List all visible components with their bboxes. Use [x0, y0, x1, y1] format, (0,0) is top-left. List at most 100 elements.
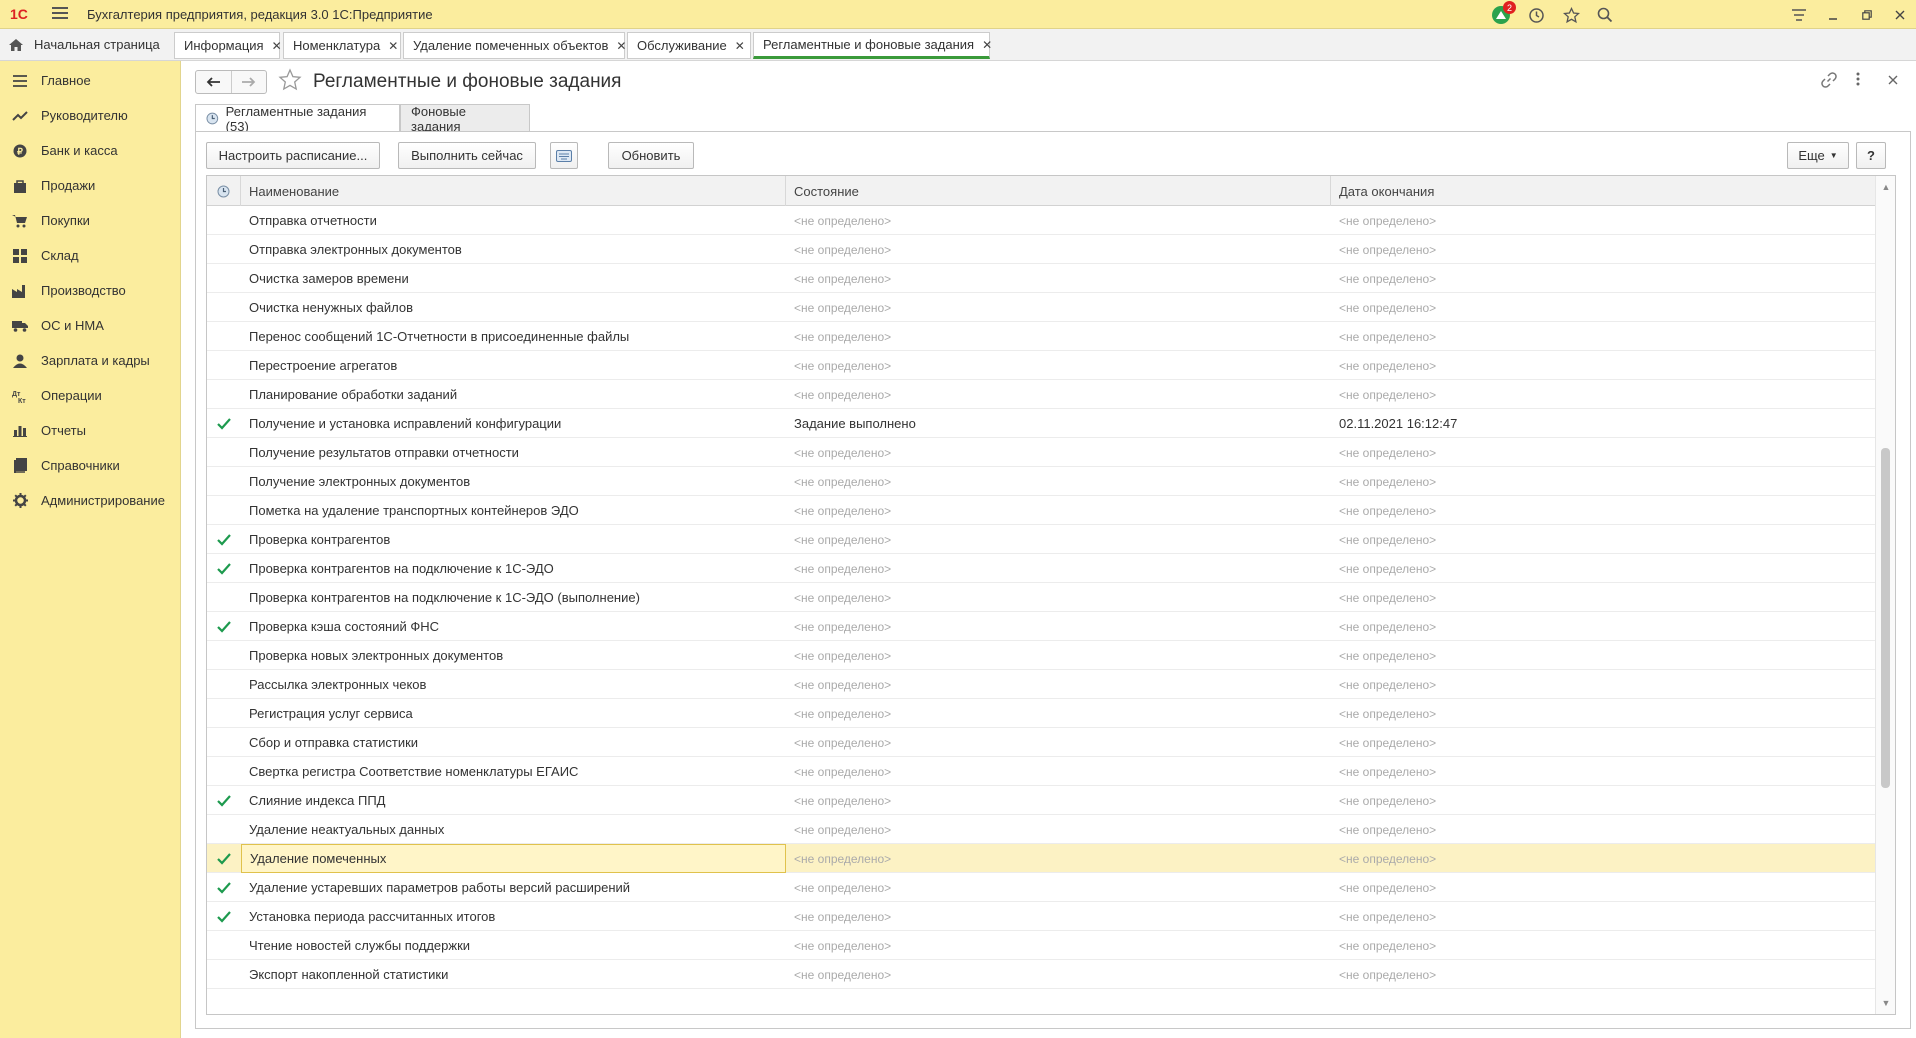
table-row[interactable]: Проверка контрагентов на подключение к 1…	[207, 583, 1875, 612]
notifications-icon[interactable]: 2	[1490, 1, 1516, 26]
job-state-cell: <не определено>	[794, 387, 892, 402]
table-row[interactable]: Удаление неактуальных данных <не определе…	[207, 815, 1875, 844]
table-row[interactable]: Получение и установка исправлений конфиг…	[207, 409, 1875, 438]
sidebar-item-operations[interactable]: Дт Кт Операции	[0, 378, 180, 413]
history-icon[interactable]	[1525, 4, 1547, 26]
refresh-button[interactable]: Обновить	[608, 142, 694, 169]
sidebar-item-bank[interactable]: ₽ Банк и касса	[0, 133, 180, 168]
job-end-date-cell: 02.11.2021 16:12:47	[1339, 416, 1458, 431]
more-actions-icon[interactable]	[1856, 72, 1860, 90]
column-header-state[interactable]: Состояние	[786, 176, 1331, 206]
table-row[interactable]: Очистка замеров времени <не определено> <н…	[207, 264, 1875, 293]
job-state-cell: <не определено>	[794, 271, 892, 286]
scroll-up-icon[interactable]: ▲	[1876, 178, 1896, 196]
back-arrow-icon[interactable]	[196, 71, 232, 93]
add-to-favorites-star-icon[interactable]	[278, 68, 302, 98]
scrollbar-thumb[interactable]	[1881, 447, 1890, 788]
table-row[interactable]: Перестроение агрегатов <не определено> <не…	[207, 351, 1875, 380]
tab-scheduled-jobs-list[interactable]: Регламентные задания (53)	[195, 104, 400, 134]
table-row[interactable]: Удаление устаревших параметров работы ве…	[207, 873, 1875, 902]
table-row[interactable]: Установка периода рассчитанных итогов <не…	[207, 902, 1875, 931]
table-row[interactable]: Пометка на удаление транспортных контейн…	[207, 496, 1875, 525]
table-row[interactable]: Перенос сообщений 1С-Отчетности в присое…	[207, 322, 1875, 351]
column-header-end-date[interactable]: Дата окончания	[1331, 176, 1875, 206]
sidebar-item-references[interactable]: Справочники	[0, 448, 180, 483]
favorites-icon[interactable]	[1560, 4, 1582, 26]
sidebar-item-purchases[interactable]: Покупки	[0, 203, 180, 238]
column-header-name[interactable]: Наименование	[241, 176, 786, 206]
table-row[interactable]: Чтение новостей службы поддержки <не опре…	[207, 931, 1875, 960]
close-icon[interactable]: ✕	[388, 39, 398, 53]
show-details-button[interactable]	[550, 142, 578, 169]
sidebar-item-label: Справочники	[41, 458, 120, 473]
sidebar-item-sales[interactable]: Продажи	[0, 168, 180, 203]
main-menu-icon[interactable]	[52, 7, 68, 21]
more-button-label: Еще	[1798, 148, 1825, 163]
sidebar-item-admin[interactable]: Администрирование	[0, 483, 180, 518]
sidebar-item-reports[interactable]: Отчеты	[0, 413, 180, 448]
table-row[interactable]: Рассылка электронных чеков <не определено…	[207, 670, 1875, 699]
run-now-button[interactable]: Выполнить сейчас	[398, 142, 536, 169]
notifications-badge: 2	[1503, 1, 1516, 14]
configure-schedule-button[interactable]: Настроить расписание...	[206, 142, 380, 169]
close-icon[interactable]: ✕	[272, 39, 282, 53]
scroll-down-icon[interactable]: ▼	[1876, 994, 1896, 1012]
search-icon[interactable]	[1594, 4, 1616, 26]
table-row[interactable]: Планирование обработки заданий <не опреде…	[207, 380, 1875, 409]
table-row[interactable]: Проверка новых электронных документов <не…	[207, 641, 1875, 670]
table-row[interactable]: Удаление помеченных <не определено> <не оп…	[207, 844, 1875, 873]
status-cell	[207, 960, 241, 989]
sidebar-item-assets[interactable]: ОС и НМА	[0, 308, 180, 343]
more-button[interactable]: Еще ▼	[1787, 142, 1849, 169]
tab-nomenclature[interactable]: Номенклатура ✕	[283, 32, 401, 59]
table-row[interactable]: Проверка контрагентов <не определено> <не …	[207, 525, 1875, 554]
close-form-icon[interactable]	[1888, 72, 1898, 89]
settings-menu-icon[interactable]	[1787, 4, 1811, 26]
table-row[interactable]: Экспорт накопленной статистики <не опреде…	[207, 960, 1875, 989]
table-row[interactable]: Отправка отчетности <не определено> <не оп…	[207, 206, 1875, 235]
table-row[interactable]: Сбор и отправка статистики <не определено…	[207, 728, 1875, 757]
table-row[interactable]: Получение результатов отправки отчетност…	[207, 438, 1875, 467]
status-cell	[207, 235, 241, 264]
job-end-date-cell: <не определено>	[1339, 909, 1437, 924]
sidebar-item-production[interactable]: Производство	[0, 273, 180, 308]
close-icon[interactable]: ✕	[735, 39, 745, 53]
table-row[interactable]: Получение электронных документов <не опре…	[207, 467, 1875, 496]
table-row[interactable]: Проверка контрагентов на подключение к 1…	[207, 554, 1875, 583]
checkmark-icon	[207, 873, 241, 902]
table-row[interactable]: Отправка электронных документов <не опред…	[207, 235, 1875, 264]
link-icon[interactable]	[1821, 72, 1837, 92]
sidebar-item-salary[interactable]: Зарплата и кадры	[0, 343, 180, 378]
vertical-scrollbar[interactable]: ▲ ▼	[1875, 176, 1895, 1014]
tab-scheduled-jobs[interactable]: Регламентные и фоновые задания ✕	[753, 32, 992, 59]
status-cell	[207, 583, 241, 612]
tab-background-jobs[interactable]: Фоновые задания	[400, 104, 530, 134]
help-button[interactable]: ?	[1856, 142, 1886, 169]
tab-delete-marked[interactable]: Удаление помеченных объектов ✕	[403, 32, 626, 59]
sidebar-item-main[interactable]: Главное	[0, 63, 180, 98]
job-name-cell: Удаление неактуальных данных	[249, 822, 445, 837]
sidebar-item-warehouse[interactable]: Склад	[0, 238, 180, 273]
minimize-icon[interactable]	[1821, 4, 1845, 26]
tab-label: Регламентные и фоновые задания	[763, 37, 975, 52]
close-window-icon[interactable]	[1888, 4, 1912, 26]
table-row[interactable]: Очистка ненужных файлов <не определено> <н…	[207, 293, 1875, 322]
sidebar-item-manager[interactable]: Руководителю	[0, 98, 180, 133]
column-status-icon[interactable]	[207, 176, 241, 206]
tab-info[interactable]: Информация ✕	[174, 32, 282, 59]
table-row[interactable]: Проверка кэша состояний ФНС <не определен…	[207, 612, 1875, 641]
forward-arrow-icon[interactable]	[232, 71, 267, 93]
open-windows-bar: Начальная страница Информация ✕ Номенкла…	[0, 29, 1916, 61]
tab-home[interactable]: Начальная страница	[0, 29, 173, 60]
table-row[interactable]: Слияние индекса ППД <не определено> <не оп…	[207, 786, 1875, 815]
tab-maintenance[interactable]: Обслуживание ✕	[627, 32, 751, 59]
tab-label: Удаление помеченных объектов	[413, 38, 609, 53]
close-icon[interactable]: ✕	[616, 39, 626, 53]
table-row[interactable]: Регистрация услуг сервиса <не определено>…	[207, 699, 1875, 728]
table-row[interactable]: Свертка регистра Соответствие номенклату…	[207, 757, 1875, 786]
close-icon[interactable]: ✕	[982, 38, 992, 52]
job-state-cell: <не определено>	[794, 735, 892, 750]
page-title: Регламентные и фоновые задания	[313, 71, 622, 92]
restore-icon[interactable]	[1855, 4, 1879, 26]
status-cell	[207, 931, 241, 960]
